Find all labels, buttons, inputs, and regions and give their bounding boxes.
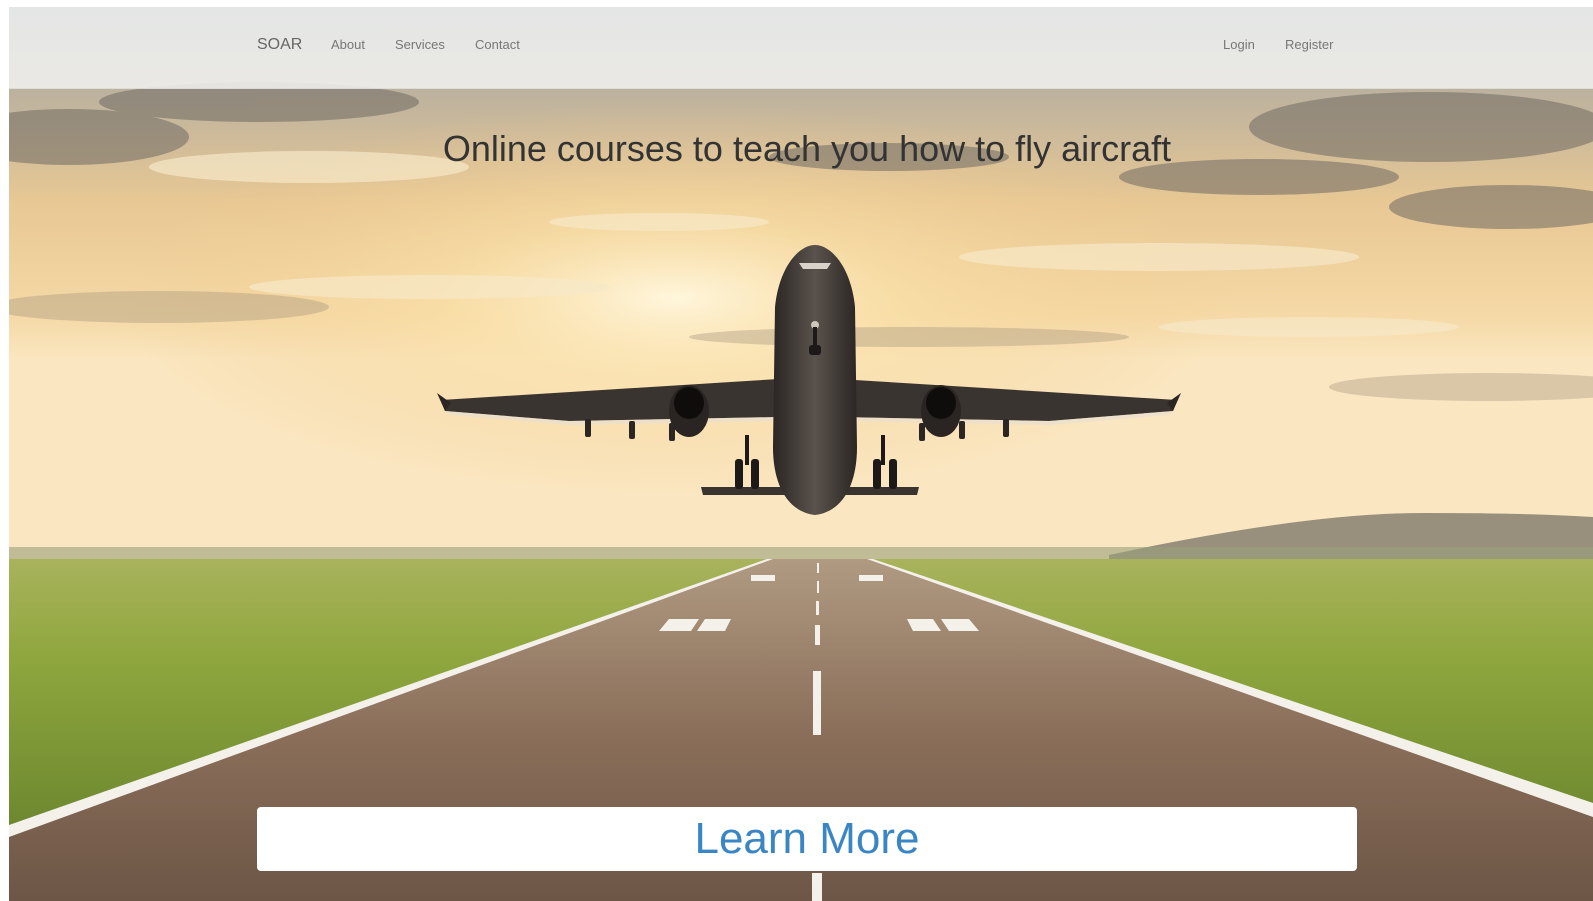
nav-link-services[interactable]: Services	[395, 37, 445, 53]
nav-link-register[interactable]: Register	[1285, 37, 1333, 53]
nav-link-about[interactable]: About	[331, 37, 365, 53]
nav-link-contact[interactable]: Contact	[475, 37, 520, 53]
nav-link-login[interactable]: Login	[1223, 37, 1255, 53]
navbar: SOAR About Services Contact Login Regist…	[9, 7, 1593, 89]
brand-link[interactable]: SOAR	[257, 35, 302, 55]
page-frame: SOAR About Services Contact Login Regist…	[9, 7, 1593, 901]
learn-more-button[interactable]: Learn More	[257, 807, 1357, 871]
hero-title: Online courses to teach you how to fly a…	[442, 128, 1172, 169]
